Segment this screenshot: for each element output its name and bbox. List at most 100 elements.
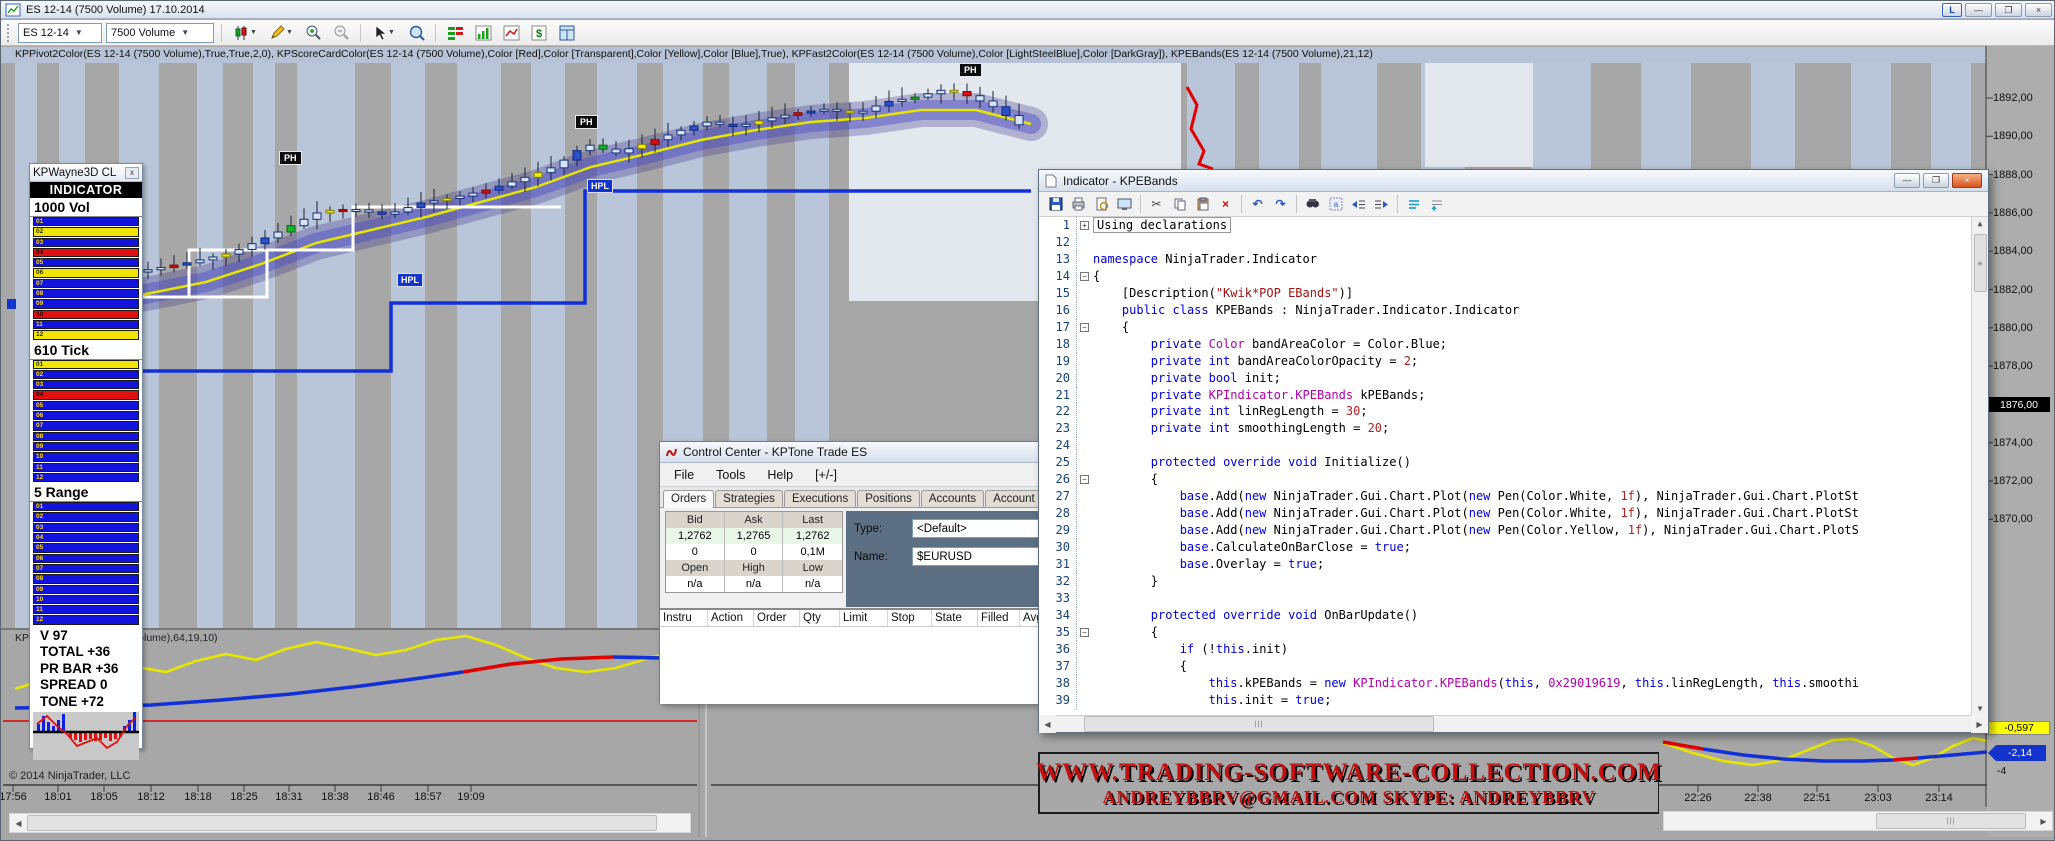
find-button[interactable]: [1302, 194, 1323, 214]
fold-margin: [1077, 505, 1093, 522]
bar-chart-icon: [475, 25, 492, 41]
maximize-button[interactable]: ❐: [1923, 173, 1949, 188]
delete-button[interactable]: ×: [1215, 194, 1236, 214]
control-center-titlebar[interactable]: Control Center - KPTone Trade ES: [660, 442, 1078, 463]
scrollbar-thumb[interactable]: ≡: [1974, 234, 1987, 292]
scroll-left-icon[interactable]: ◀: [10, 814, 27, 832]
fold-toggle-icon[interactable]: −: [1077, 471, 1093, 488]
paste-button[interactable]: [1192, 194, 1213, 214]
redo-button[interactable]: ↷: [1270, 194, 1291, 214]
grid-column-header[interactable]: Limit: [840, 610, 888, 626]
tab-orders[interactable]: Orders: [663, 490, 714, 508]
kpwayne3d-titlebar[interactable]: KPWayne3D CL x: [30, 164, 142, 182]
orders-tab-content: BidAskLast1,27621,27651,2762000,1MOpenHi…: [660, 508, 1078, 704]
outdent-button[interactable]: [1348, 194, 1369, 214]
kpwayne-signal-row: 05: [33, 543, 139, 552]
tab-executions[interactable]: Executions: [784, 490, 856, 507]
tab-accounts[interactable]: Accounts: [921, 490, 984, 507]
undo-button[interactable]: ↶: [1247, 194, 1268, 214]
fold-margin: [1077, 387, 1093, 404]
left-chart-hscrollbar[interactable]: ◀: [9, 813, 691, 833]
tab-positions[interactable]: Positions: [857, 490, 920, 507]
right-chart-hscrollbar[interactable]: ||| ▶: [1663, 811, 2053, 831]
control-center-window[interactable]: Control Center - KPTone Trade ES File Too…: [659, 441, 1079, 703]
close-button[interactable]: ×: [1952, 173, 1982, 188]
tab-strategies[interactable]: Strategies: [715, 490, 783, 507]
cut-button[interactable]: ✂: [1146, 194, 1167, 214]
scrollbar-thumb[interactable]: |||: [1084, 716, 1434, 732]
grid-column-header[interactable]: Qty: [800, 610, 840, 626]
cursor-mode-button[interactable]: ▼: [368, 22, 400, 44]
comment-button[interactable]: [1403, 194, 1424, 214]
scrollbar-thumb[interactable]: |||: [1876, 813, 2026, 829]
maximize-button[interactable]: ❐: [1995, 3, 2022, 17]
kpwayne3d-panel[interactable]: KPWayne3D CL x INDICATOR 1000 Vol0102030…: [29, 163, 143, 749]
toolbar-grip[interactable]: [7, 24, 11, 42]
menu-item-help[interactable]: Help: [767, 468, 793, 482]
scrollbar-thumb[interactable]: [27, 815, 657, 831]
uncomment-button[interactable]: [1426, 194, 1447, 214]
instrument-selector[interactable]: ES 12-14▼: [18, 23, 102, 43]
grid-column-header[interactable]: Instru: [660, 610, 708, 626]
kpwayne-signal-row: 09: [33, 585, 139, 594]
intelliprompt-button[interactable]: a: [1325, 194, 1346, 214]
print-button[interactable]: [1068, 194, 1089, 214]
close-button[interactable]: ×: [2025, 3, 2052, 17]
menu-item-file[interactable]: File: [674, 468, 694, 482]
editor-hscrollbar[interactable]: ◀ ||| ▶: [1039, 715, 1988, 732]
quote-row: 1,27621,27651,2762: [666, 528, 842, 544]
fold-toggle-icon[interactable]: −: [1077, 319, 1093, 336]
volume-chart-button[interactable]: [471, 22, 495, 44]
editor-vscrollbar[interactable]: ▲ ≡ ▼: [1971, 217, 1988, 715]
kpwayne-signal-row: 12: [33, 330, 139, 339]
fold-toggle-icon[interactable]: −: [1077, 624, 1093, 641]
minimize-button[interactable]: —: [1965, 3, 1992, 17]
price-axis-label: 1882,00: [1993, 284, 2033, 296]
watermark-banner: WWW.TRADING-SOFTWARE-COLLECTION.COM ANDR…: [1038, 752, 1659, 814]
code-text: private int smoothingLength = 20;: [1093, 420, 1988, 437]
code-text: [1093, 590, 1988, 607]
zoom-out-icon: [333, 24, 350, 41]
menu-item-tools[interactable]: Tools: [716, 468, 745, 482]
time-axis-label: 22:38: [1744, 792, 1772, 804]
fold-toggle-icon[interactable]: −: [1077, 268, 1093, 285]
print-preview-button[interactable]: [1091, 194, 1112, 214]
indicator-editor-window[interactable]: Indicator - KPEBands — ❐ × ✂ × ↶ ↷ a: [1038, 169, 1989, 733]
interval-selector[interactable]: 7500 Volume▼: [106, 23, 214, 43]
scroll-up-icon[interactable]: ▲: [1978, 219, 1983, 228]
grid-column-header[interactable]: Action: [708, 610, 754, 626]
kpwayne-signal-row: 11: [33, 605, 139, 614]
scroll-down-icon[interactable]: ▼: [1978, 704, 1983, 713]
chart-style-button[interactable]: ▼: [229, 22, 261, 44]
editor-titlebar[interactable]: Indicator - KPEBands — ❐ ×: [1039, 170, 1988, 192]
zoom-out-button[interactable]: [329, 22, 353, 44]
instrument-link-button[interactable]: L: [1942, 3, 1962, 17]
scroll-left-icon[interactable]: ◀: [1039, 715, 1056, 733]
save-button[interactable]: [1045, 194, 1066, 214]
grid-column-header[interactable]: Filled: [978, 610, 1020, 626]
drawing-tools-button[interactable]: ▼: [265, 22, 297, 44]
fold-toggle-icon[interactable]: +: [1077, 217, 1093, 234]
line-number: 35: [1039, 624, 1077, 641]
minimize-button[interactable]: —: [1894, 173, 1920, 188]
scroll-right-icon[interactable]: ▶: [2035, 812, 2052, 830]
zoom-in-button[interactable]: [301, 22, 325, 44]
code-line: 1+Using declarations: [1039, 217, 1988, 234]
view-output-button[interactable]: [1114, 194, 1135, 214]
indent-button[interactable]: [1371, 194, 1392, 214]
menu-item-[interactable]: [+/-]: [815, 468, 837, 482]
account-values-button[interactable]: $: [527, 22, 551, 44]
code-editor-area[interactable]: ▲ ≡ ▼ 1+Using declarations1213namespace …: [1039, 217, 1988, 715]
grid-column-header[interactable]: Order: [754, 610, 800, 626]
kpwayne-signal-row: 01: [33, 217, 139, 226]
chart-window-titlebar[interactable]: ES 12-14 (7500 Volume) 17.10.2014 L — ❐ …: [1, 1, 2055, 19]
chart-trader-button[interactable]: [555, 22, 579, 44]
market-depth-button[interactable]: [443, 22, 467, 44]
grid-column-header[interactable]: Stop: [888, 610, 932, 626]
grid-column-header[interactable]: State: [932, 610, 978, 626]
copy-button[interactable]: [1169, 194, 1190, 214]
scroll-right-icon[interactable]: ▶: [1971, 715, 1988, 733]
close-icon[interactable]: x: [125, 167, 139, 179]
chart-overlay-button[interactable]: [499, 22, 523, 44]
data-box-button[interactable]: [404, 22, 428, 44]
